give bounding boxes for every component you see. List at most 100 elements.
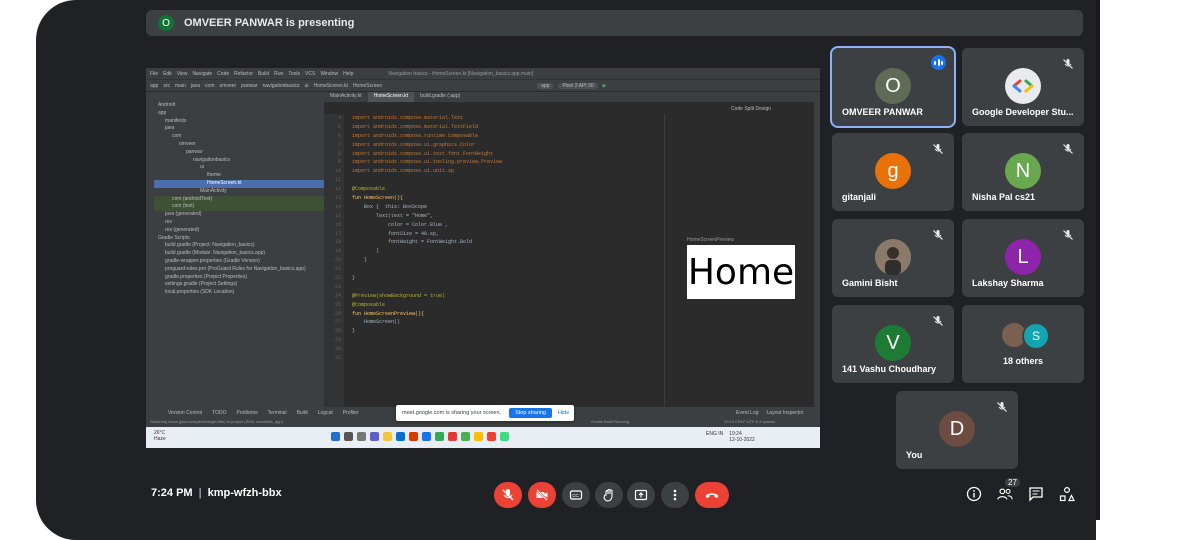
captions-button[interactable]: CC [562,482,590,508]
mic-toggle-button[interactable] [494,482,522,508]
tool-build: Build [296,410,308,416]
view-design: Design [755,106,772,112]
presenting-text: OMVEER PANWAR is presenting [184,17,355,29]
project-tree-item: proguard-rules.pro (ProGuard Rules for N… [165,265,306,272]
more-options-button[interactable] [661,482,689,508]
code-line: Box { this: BoxScope [352,203,428,210]
crumb: app [150,82,159,89]
line-number: 6 [337,132,341,139]
device-selector: Pixel 2 API 30 [558,82,598,89]
ide-right-toolstrip [814,92,820,407]
line-number: 10 [334,168,341,175]
preview-render: Home [687,245,795,299]
code-line: import androidx.compose.ui.unit.sp [352,168,455,175]
project-tree-item: settings.gradle (Project Settings) [165,281,238,288]
view-code: Code [731,106,743,112]
project-tree-item: java [165,125,175,132]
weather-desc: Haze [154,436,166,442]
tool-version-control: Version Control [168,410,203,416]
line-number: 17 [334,230,341,237]
google-developer-logo-icon [1005,68,1041,104]
people-button[interactable] [997,486,1013,502]
crumb: com [205,82,215,89]
project-tree-item: MainActivity [200,187,227,194]
code-line: fun HomeScreenPreview(){ [352,310,425,317]
participant-tile[interactable]: g gitanjali [832,133,954,211]
mic-off-icon [1063,230,1073,240]
line-number: 29 [334,337,341,344]
line-number: 9 [337,159,341,166]
project-tree-item: ui [200,164,204,171]
ide-editor-tabs: MainActivity.kt HomeScreen.kt build.grad… [154,92,820,102]
task-view-icon [357,432,366,441]
participant-tile[interactable]: O OMVEER PANWAR [830,46,956,128]
presenting-banner: O OMVEER PANWAR is presenting [146,10,1083,36]
stop-sharing-button: Stop sharing [509,408,552,418]
line-number: 12 [334,186,341,193]
crumb: ui [304,82,309,89]
tab-mainactivity: MainActivity.kt [330,93,362,99]
mic-off-icon [1063,144,1073,154]
app-icon [448,432,457,441]
tab-build-gradle: build.gradle (:app) [420,93,461,99]
participant-tile[interactable]: N Nisha Pal cs21 [962,133,1084,211]
crumb: main [175,82,186,89]
code-editor: 4 5 6 7 8 9 10 11 12 13 14 15 16 17 18 19 20 21 22 23 24 25 26… [324,114,664,407]
participant-name: gitanjali [842,192,877,202]
participant-tile[interactable]: Google Developer Stu... [962,48,1084,126]
compose-preview-pane: HomeScreenPreview Home [664,114,815,407]
project-tree-item: build.gradle (Module: Navigation_basics.… [165,250,266,257]
line-number: 25 [334,301,341,308]
line-number: 26 [334,310,341,317]
participant-tile[interactable]: Gamini Bisht [832,219,954,297]
camera-toggle-button[interactable] [528,482,556,508]
windows-taskbar: 26°C Haze ENG IN 19:24 12-10-2022 [146,427,820,448]
preview-text: Home [687,251,795,293]
tray-date: 12-10-2022 [729,437,755,443]
line-number: 24 [334,292,341,299]
line-number: 21 [334,266,341,273]
line-number: 31 [334,355,341,362]
code-line: import androidx.compose.runtime.Composab… [352,132,479,139]
crumb: java [190,82,201,89]
activities-button[interactable] [1059,486,1075,502]
menu-edit: Edit [163,70,172,77]
meeting-details-button[interactable] [966,486,982,502]
menu-code: Code [217,70,230,77]
line-number: 27 [334,319,341,326]
present-screen-button[interactable] [627,482,655,508]
code-line: } [352,328,356,335]
participant-name: You [906,450,923,460]
hand-icon [603,488,613,502]
line-number: 22 [334,275,341,282]
chat-button[interactable] [1028,486,1044,502]
project-tree-item: omveer [179,140,196,147]
code-line: } [352,275,356,282]
language-indicator: ENG IN [706,431,724,437]
participant-tile[interactable]: L Lakshay Sharma [962,219,1084,297]
store-icon [422,432,431,441]
ide-toolbar: app src main java com omveer panwar navi… [146,79,820,91]
raise-hand-button[interactable] [595,482,623,508]
explorer-icon [383,432,392,441]
office-icon [409,432,418,441]
mic-off-icon [502,489,514,501]
mic-off-icon [933,316,943,326]
participant-tile[interactable]: V 141 Vashu Choudhary [832,305,954,383]
self-tile[interactable]: D You [896,391,1018,469]
app-icon [500,432,509,441]
leave-call-button[interactable] [695,482,729,508]
line-number: 23 [334,283,341,290]
others-count: 18 others [1002,356,1044,366]
tool-event-log: Event Log [736,410,759,416]
line-number: 14 [334,203,341,210]
ide-menubar: File Edit View Navigate Code Refactor Bu… [146,68,820,79]
project-tree-item: build.gradle (Project: Navigation_basics… [165,242,255,249]
hide-share-bar-button: Hide [557,410,570,416]
meeting-time: 7:24 PM [151,487,193,499]
others-tile[interactable]: S 18 others [962,305,1084,383]
menu-window: Window [320,70,339,77]
shared-screen[interactable]: File Edit View Navigate Code Refactor Bu… [146,68,820,448]
